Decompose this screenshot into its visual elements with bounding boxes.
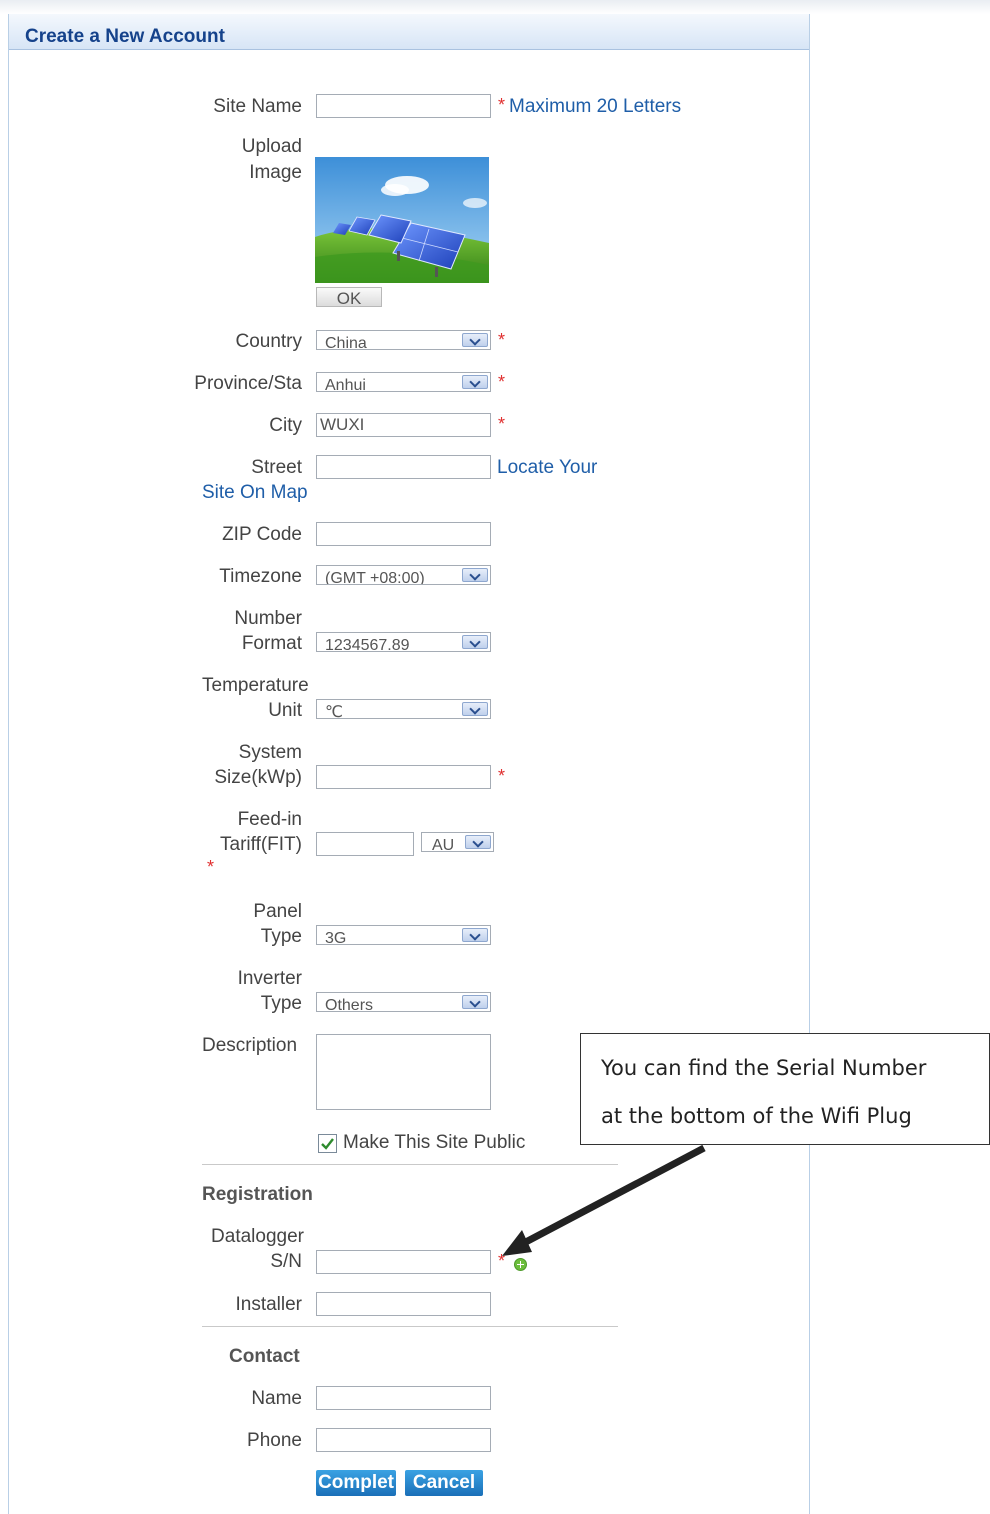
callout-arrow (502, 1144, 706, 1256)
